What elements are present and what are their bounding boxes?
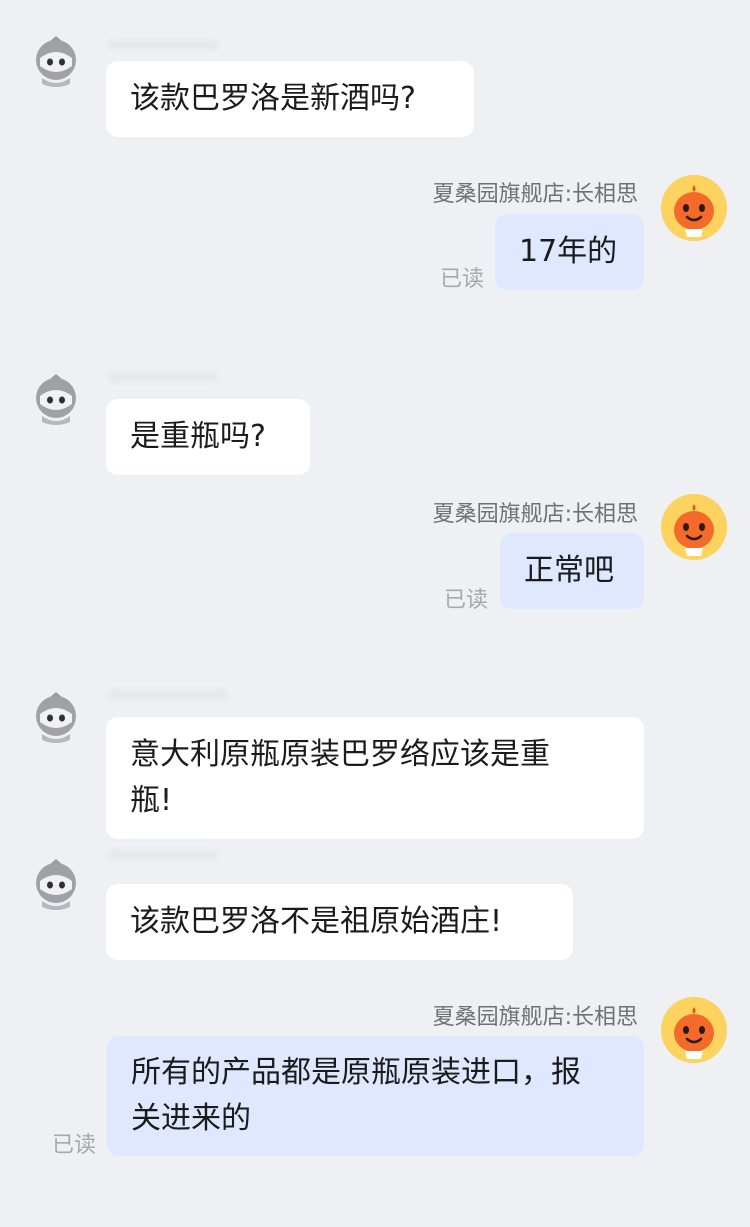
customer-avatar[interactable] [28, 688, 84, 744]
message-bubble[interactable]: 17年的 [495, 214, 644, 290]
customer-avatar[interactable] [28, 855, 84, 911]
message-bubble[interactable]: 正常吧 [500, 533, 644, 609]
shop-avatar[interactable] [661, 175, 727, 241]
sender-name: 夏桑园旗舰店:长相思 [432, 502, 638, 527]
message-text: 该款巴罗洛是新酒吗? [130, 81, 416, 116]
message-text: 所有的产品都是原瓶原装进口，报 关进来的 [131, 1055, 581, 1136]
message-bubble[interactable]: 该款巴罗洛不是祖原始酒庄! [106, 884, 573, 960]
message-text: 正常吧 [524, 553, 614, 588]
message-text: 是重瓶吗? [130, 419, 266, 454]
customer-name-redacted [108, 40, 218, 50]
sender-name: 夏桑园旗舰店:长相思 [432, 182, 638, 207]
read-status: 已读 [444, 588, 489, 613]
message-bubble[interactable]: 所有的产品都是原瓶原装进口，报 关进来的 [107, 1036, 644, 1156]
read-status: 已读 [440, 267, 485, 292]
customer-avatar[interactable] [28, 32, 84, 88]
message-text: 意大利原瓶原装巴罗络应该是重 瓶! [130, 737, 550, 818]
customer-name-redacted [108, 372, 218, 382]
customer-name-redacted [108, 690, 228, 700]
chat-conversation: 该款巴罗洛是新酒吗? 夏桑园旗舰店:长相思 17年的 已读 是重瓶吗? 夏桑园旗… [0, 0, 750, 1227]
message-bubble[interactable]: 意大利原瓶原装巴罗络应该是重 瓶! [106, 717, 644, 839]
customer-name-redacted [108, 850, 218, 860]
message-text: 该款巴罗洛不是祖原始酒庄! [130, 904, 503, 939]
message-bubble[interactable]: 该款巴罗洛是新酒吗? [106, 61, 474, 137]
customer-avatar[interactable] [28, 370, 84, 426]
message-text: 17年的 [519, 234, 618, 269]
sender-name: 夏桑园旗舰店:长相思 [432, 1005, 638, 1030]
read-status: 已读 [52, 1133, 97, 1158]
shop-avatar[interactable] [661, 997, 727, 1063]
shop-avatar[interactable] [661, 494, 727, 560]
message-bubble[interactable]: 是重瓶吗? [106, 399, 310, 475]
